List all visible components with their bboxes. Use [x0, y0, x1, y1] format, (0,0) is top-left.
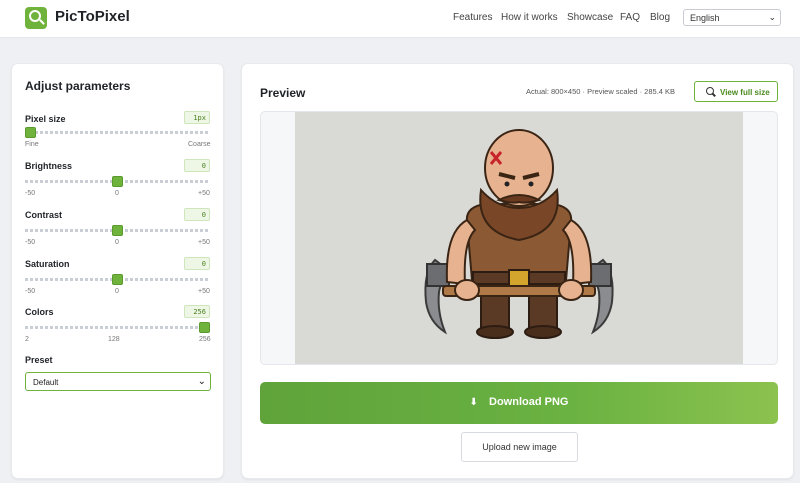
contrast-value[interactable]: 0 [184, 208, 210, 221]
colors-value[interactable]: 256 [184, 305, 210, 318]
contrast-max-label: +50 [198, 239, 210, 246]
preview-title: Preview [260, 86, 306, 100]
chevron-down-icon: ⌄ [197, 376, 206, 387]
contrast-mid-label: 0 [115, 239, 119, 246]
chevron-down-icon: ⌄ [768, 12, 776, 22]
dwarf-illustration [424, 129, 614, 339]
nav-how-it-works[interactable]: How it works [501, 12, 558, 23]
preview-image[interactable] [295, 112, 743, 364]
pixel-size-label: Pixel size [25, 114, 66, 124]
nav-blog[interactable]: Blog [650, 12, 670, 23]
colors-slider-thumb[interactable] [199, 322, 210, 333]
pixel-size-slider-thumb[interactable] [25, 127, 36, 138]
colors-slider-track[interactable] [25, 326, 210, 329]
saturation-value[interactable]: 0 [184, 257, 210, 270]
brightness-value[interactable]: 0 [184, 159, 210, 172]
top-header: PicToPixel Features How it works Showcas… [0, 0, 800, 38]
download-png-button[interactable]: ⬇ Download PNG [260, 382, 778, 424]
nav-showcase[interactable]: Showcase [567, 12, 613, 23]
saturation-min-label: -50 [25, 288, 36, 295]
panel-title: Adjust parameters [25, 79, 131, 93]
pixel-size-max-label: Coarse [188, 141, 211, 148]
brand-name[interactable]: PicToPixel [55, 8, 130, 25]
colors-label: Colors [25, 307, 54, 317]
contrast-label: Contrast [25, 210, 63, 220]
preset-label: Preset [25, 355, 53, 365]
upload-label: Upload new image [482, 442, 557, 452]
upload-new-image-button[interactable]: Upload new image [461, 432, 578, 462]
preset-select[interactable]: Default ⌄ [25, 372, 211, 391]
colors-max-label: 256 [199, 336, 211, 343]
saturation-mid-label: 0 [115, 288, 119, 295]
pixel-size-min-label: Fine [25, 141, 39, 148]
colors-min-label: 2 [25, 336, 29, 343]
brightness-slider-thumb[interactable] [112, 176, 123, 187]
preview-panel: Preview Actual: 800×450 · Preview scaled… [241, 63, 794, 479]
contrast-slider-thumb[interactable] [112, 225, 123, 236]
download-label: Download PNG [489, 396, 569, 408]
contrast-min-label: -50 [25, 239, 36, 246]
preset-value: Default [33, 378, 59, 387]
parameters-panel: Adjust parameters Pixel size 1px Fine Co… [11, 63, 224, 479]
colors-mid-label: 128 [108, 336, 120, 343]
view-full-size-label: View full size [720, 88, 770, 97]
brightness-label: Brightness [25, 161, 73, 171]
brightness-mid-label: 0 [115, 190, 119, 197]
saturation-label: Saturation [25, 259, 70, 269]
pixel-size-slider-track[interactable] [25, 131, 210, 134]
pixel-size-value[interactable]: 1px [184, 111, 210, 124]
preview-area [260, 111, 778, 365]
view-full-size-button[interactable]: View full size [694, 81, 778, 102]
nav-faq[interactable]: FAQ [620, 12, 640, 23]
brightness-max-label: +50 [198, 190, 210, 197]
saturation-slider-thumb[interactable] [112, 274, 123, 285]
brightness-min-label: -50 [25, 190, 36, 197]
download-icon: ⬇ [469, 397, 478, 408]
nav-features[interactable]: Features [453, 12, 492, 23]
language-select[interactable]: English ⌄ [683, 9, 781, 26]
logo-icon[interactable] [25, 7, 47, 29]
saturation-max-label: +50 [198, 288, 210, 295]
image-meta: Actual: 800×450 · Preview scaled · 285.4… [526, 87, 676, 96]
language-value: English [690, 13, 720, 23]
